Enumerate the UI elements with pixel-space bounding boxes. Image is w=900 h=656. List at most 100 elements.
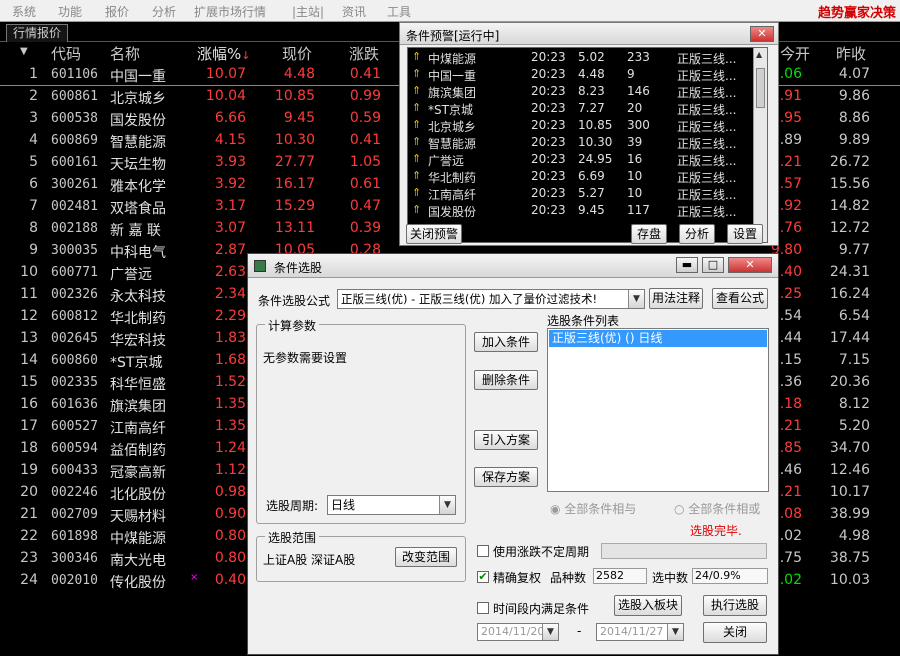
menu-quote[interactable]: 报价	[105, 3, 129, 20]
change-pct: 1.24	[214, 440, 246, 456]
date-to-field[interactable]: 2014/11/27 ▼	[596, 623, 684, 641]
prev-close: 15.56	[829, 176, 870, 192]
alert-name: *ST京城	[428, 103, 473, 117]
nonfixed-period-checkbox[interactable]	[477, 545, 489, 557]
col-change[interactable]: 涨跌	[349, 43, 379, 64]
alert-row[interactable]: ⇑ 广誉远 20:23 24.95 16 正版三线...	[408, 151, 760, 168]
maximize-icon[interactable]: □	[702, 257, 724, 273]
col-price[interactable]: 现价	[282, 43, 312, 64]
run-selection-button[interactable]: 执行选股	[703, 595, 767, 616]
alert-row[interactable]: ⇑ 国发股份 20:23 9.45 117 正版三线...	[408, 202, 760, 219]
chevron-down-icon[interactable]: ▼	[667, 624, 683, 640]
menu-tools[interactable]: 工具	[387, 3, 411, 20]
alert-title: 条件预警[运行中]	[406, 29, 500, 43]
alert-row[interactable]: ⇑ *ST京城 20:23 7.27 20 正版三线...	[408, 100, 760, 117]
brand-slogan: 趋势赢家决策	[817, 6, 896, 21]
stock-name: 中国一重	[110, 69, 166, 85]
view-formula-button[interactable]: 查看公式	[712, 288, 768, 309]
row-index: 11	[20, 286, 38, 302]
sort-down-icon[interactable]: ▼	[20, 46, 28, 57]
close-icon[interactable]: ✕	[750, 26, 774, 42]
chevron-down-icon[interactable]: ▼	[439, 496, 455, 514]
analyze-button[interactable]: 分析	[679, 224, 715, 244]
radio-or[interactable]: ○ 全部条件相或	[674, 500, 760, 517]
params-group: 计算参数 无参数需要设置 选股周期: 日线 ▼	[256, 317, 466, 524]
close-alert-button[interactable]: 关闭预警	[406, 224, 462, 244]
usage-notes-button[interactable]: 用法注释	[649, 288, 703, 309]
stock-code: 600433	[51, 463, 98, 478]
menu-analysis[interactable]: 分析	[152, 3, 176, 20]
close-icon[interactable]: ✕	[728, 257, 772, 273]
add-condition-button[interactable]: 加入条件	[474, 332, 538, 352]
current-price: 4.48	[283, 66, 315, 82]
col-change-pct[interactable]: 涨幅%↓	[197, 43, 250, 64]
alert-row[interactable]: ⇑ 旗滨集团 20:23 8.23 146 正版三线...	[408, 83, 760, 100]
save-scheme-button[interactable]: 保存方案	[474, 467, 538, 487]
alert-row[interactable]: ⇑ 北京城乡 20:23 10.85 300 正版三线...	[408, 117, 760, 134]
condition-list[interactable]: 正版三线(优) () 日线	[547, 328, 769, 492]
alert-row[interactable]: ⇑ 江南高纤 20:23 5.27 10 正版三线...	[408, 185, 760, 202]
picker-titlebar[interactable]: 条件选股 ▬ □ ✕	[248, 254, 778, 278]
stock-name: 中煤能源	[110, 531, 166, 547]
add-to-board-button[interactable]: 选股入板块	[614, 595, 682, 616]
stock-code: 600161	[51, 155, 98, 170]
col-prev-close[interactable]: 昨收	[836, 43, 866, 64]
alert-scrollbar[interactable]: ▲ ▼	[753, 48, 767, 242]
alert-time: 20:23	[531, 101, 566, 115]
menu-function[interactable]: 功能	[58, 3, 82, 20]
alert-row[interactable]: ⇑ 华北制药 20:23 6.69 10 正版三线...	[408, 168, 760, 185]
close-button[interactable]: 关闭	[703, 622, 767, 643]
scroll-thumb[interactable]	[756, 68, 765, 108]
col-code[interactable]: 代码	[51, 43, 81, 64]
alert-name: 北京城乡	[428, 120, 477, 134]
formula-select[interactable]: 正版三线(优) - 正版三线(优) 加入了量价过滤技术! ▼	[337, 289, 645, 309]
row-index: 5	[29, 154, 38, 170]
up-arrow-icon: ⇑	[412, 186, 422, 199]
tab-quotes[interactable]: 行情报价	[6, 24, 69, 42]
col-name[interactable]: 名称	[110, 43, 140, 64]
prev-close: 17.44	[829, 330, 870, 346]
alert-row[interactable]: ⇑ 中煤能源 20:23 5.02 233 正版三线...	[408, 49, 760, 66]
condition-list-item[interactable]: 正版三线(优) () 日线	[549, 330, 767, 347]
alert-formula: 正版三线...	[677, 103, 737, 117]
change-amount: 0.59	[349, 110, 381, 126]
chevron-down-icon[interactable]: ▼	[542, 624, 558, 640]
menu-main-station[interactable]: |主站|	[292, 3, 324, 20]
stock-picker-window: 条件选股 ▬ □ ✕ 条件选股公式 正版三线(优) - 正版三线(优) 加入了量…	[247, 253, 779, 655]
stock-name: 华北制药	[110, 311, 166, 327]
radio-and[interactable]: ◉ 全部条件相与	[550, 500, 636, 517]
alert-titlebar[interactable]: 条件预警[运行中] ✕	[400, 23, 778, 45]
row-index: 6	[29, 176, 38, 192]
menu-system[interactable]: 系统	[12, 3, 36, 20]
save-alert-button[interactable]: 存盘	[631, 224, 667, 244]
progress-bar	[601, 543, 767, 559]
alert-list[interactable]: ⇑ 国发股份 20:23 9.45 117 正版三线... ⇑ 江南高纤 20:23 5.27 10…	[407, 47, 768, 243]
delete-condition-button[interactable]: 删除条件	[474, 370, 538, 390]
alert-row[interactable]: ⇑ 中国一重 20:23 4.48 9 正版三线...	[408, 66, 760, 83]
time-condition-checkbox[interactable]	[477, 602, 489, 614]
col-open[interactable]: 今开	[780, 43, 810, 64]
stock-code: 600812	[51, 309, 98, 324]
menu-extended-market[interactable]: 扩展市场行情	[194, 3, 266, 20]
change-range-button[interactable]: 改变范围	[395, 547, 457, 567]
minimize-icon[interactable]: ▬	[676, 257, 698, 273]
stock-code: 002010	[51, 573, 98, 588]
stock-code: 600527	[51, 419, 98, 434]
scroll-up-icon[interactable]: ▲	[756, 50, 762, 59]
chevron-down-icon[interactable]: ▼	[628, 290, 644, 308]
change-amount: 0.61	[349, 176, 381, 192]
alert-name: 旗滨集团	[428, 86, 477, 100]
settings-button[interactable]: 设置	[727, 224, 763, 244]
date-from-field[interactable]: 2014/11/20 ▼	[477, 623, 559, 641]
import-scheme-button[interactable]: 引入方案	[474, 430, 538, 450]
alert-formula: 正版三线...	[677, 171, 737, 185]
alert-volume: 20	[627, 101, 643, 115]
period-select[interactable]: 日线 ▼	[327, 495, 456, 515]
alert-time: 20:23	[531, 118, 566, 132]
menu-news[interactable]: 资讯	[342, 3, 366, 20]
adjust-checkbox[interactable]: ✔	[477, 571, 489, 583]
stock-name: 天坛生物	[110, 157, 166, 173]
alert-row[interactable]: ⇑ 智慧能源 20:23 10.30 39 正版三线...	[408, 134, 760, 151]
row-index: 3	[29, 110, 38, 126]
change-pct: 0.80	[214, 528, 246, 544]
